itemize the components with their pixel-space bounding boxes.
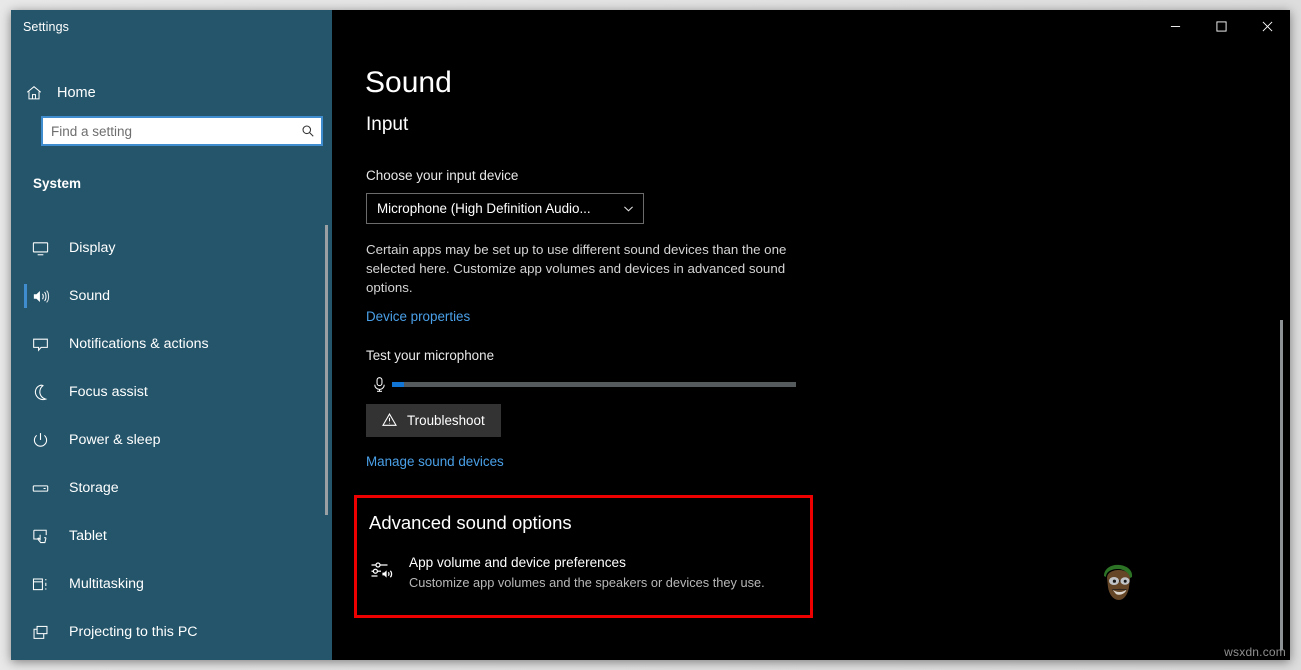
sidebar-home-label: Home bbox=[57, 85, 96, 101]
sidebar-item-multitasking[interactable]: Multitasking bbox=[11, 560, 332, 608]
sidebar-item-label: Tablet bbox=[69, 528, 107, 544]
content-scrollbar-thumb[interactable] bbox=[1280, 320, 1283, 650]
multitasking-icon bbox=[11, 575, 69, 594]
input-device-dropdown[interactable]: Microphone (High Definition Audio... bbox=[366, 193, 644, 224]
tablet-icon bbox=[11, 527, 69, 546]
microphone-level-meter bbox=[366, 372, 796, 396]
search-placeholder: Find a setting bbox=[43, 124, 295, 139]
home-icon bbox=[11, 84, 57, 102]
device-properties-link[interactable]: Device properties bbox=[366, 309, 470, 324]
sidebar-scrollbar-thumb[interactable] bbox=[325, 225, 328, 515]
sidebar-item-storage[interactable]: Storage bbox=[11, 464, 332, 512]
maximize-button[interactable] bbox=[1198, 10, 1244, 42]
window-title: Settings bbox=[23, 20, 69, 34]
warning-triangle-icon bbox=[382, 412, 397, 430]
manage-sound-devices-link[interactable]: Manage sound devices bbox=[366, 454, 504, 469]
input-section-heading: Input bbox=[366, 114, 408, 136]
sidebar-item-label: Storage bbox=[69, 480, 119, 496]
minimize-button[interactable] bbox=[1152, 10, 1198, 42]
advanced-sound-options-highlight: Advanced sound options bbox=[354, 495, 813, 618]
watermark-text: wsxdn.com bbox=[1224, 645, 1286, 659]
app-volume-text-block: App volume and device preferences Custom… bbox=[409, 553, 765, 592]
test-microphone-label: Test your microphone bbox=[366, 348, 494, 363]
input-device-value: Microphone (High Definition Audio... bbox=[367, 201, 613, 216]
sidebar-item-label: Multitasking bbox=[69, 576, 144, 592]
input-device-label: Choose your input device bbox=[366, 168, 518, 183]
power-icon bbox=[11, 431, 69, 450]
sidebar-item-projecting[interactable]: Projecting to this PC bbox=[11, 608, 332, 656]
troubleshoot-button[interactable]: Troubleshoot bbox=[366, 404, 501, 437]
window-controls bbox=[1152, 10, 1290, 42]
meter-track bbox=[392, 382, 796, 387]
sidebar-item-power-sleep[interactable]: Power & sleep bbox=[11, 416, 332, 464]
sidebar-nav-list: Display Sound bbox=[11, 224, 332, 656]
moon-icon bbox=[11, 383, 69, 402]
meter-fill bbox=[392, 382, 404, 387]
watermark-logo bbox=[1096, 560, 1142, 608]
sidebar-item-label: Focus assist bbox=[69, 384, 148, 400]
sidebar-item-label: Notifications & actions bbox=[69, 336, 209, 352]
microphone-icon bbox=[366, 376, 392, 393]
sidebar-item-label: Display bbox=[69, 240, 116, 256]
app-volume-title: App volume and device preferences bbox=[409, 553, 765, 572]
troubleshoot-label: Troubleshoot bbox=[407, 413, 485, 428]
sidebar-item-home[interactable]: Home bbox=[11, 72, 332, 114]
input-description: Certain apps may be set up to use differ… bbox=[366, 240, 821, 297]
search-icon[interactable] bbox=[295, 124, 321, 138]
app-volume-preferences-link[interactable]: App volume and device preferences Custom… bbox=[369, 553, 765, 592]
chevron-down-icon bbox=[613, 202, 643, 215]
audio-mixer-icon bbox=[369, 557, 395, 583]
sidebar-item-label: Power & sleep bbox=[69, 432, 160, 448]
settings-window: Settings Home Find a setting bbox=[11, 10, 1290, 660]
sidebar: Settings Home Find a setting bbox=[11, 10, 332, 660]
close-button[interactable] bbox=[1244, 10, 1290, 42]
sidebar-item-sound[interactable]: Sound bbox=[11, 272, 332, 320]
sidebar-item-focus-assist[interactable]: Focus assist bbox=[11, 368, 332, 416]
advanced-sound-options-heading: Advanced sound options bbox=[369, 512, 572, 534]
page-title: Sound bbox=[365, 66, 452, 100]
sidebar-item-display[interactable]: Display bbox=[11, 224, 332, 272]
main-content: Sound Input Choose your input device Mic… bbox=[332, 10, 1290, 660]
search-input[interactable]: Find a setting bbox=[41, 116, 323, 146]
speaker-icon bbox=[11, 287, 69, 306]
sidebar-group-label: System bbox=[33, 176, 81, 191]
storage-icon bbox=[11, 479, 69, 498]
screenshot-root: Settings Home Find a setting bbox=[0, 0, 1301, 670]
selection-accent-bar bbox=[24, 284, 27, 308]
sidebar-item-notifications[interactable]: Notifications & actions bbox=[11, 320, 332, 368]
projecting-icon bbox=[11, 623, 69, 642]
app-volume-subtitle: Customize app volumes and the speakers o… bbox=[409, 574, 765, 592]
notification-icon bbox=[11, 335, 69, 354]
monitor-icon bbox=[11, 239, 69, 258]
sidebar-item-label: Projecting to this PC bbox=[69, 624, 198, 640]
sidebar-item-tablet[interactable]: Tablet bbox=[11, 512, 332, 560]
sidebar-item-label: Sound bbox=[69, 288, 110, 304]
